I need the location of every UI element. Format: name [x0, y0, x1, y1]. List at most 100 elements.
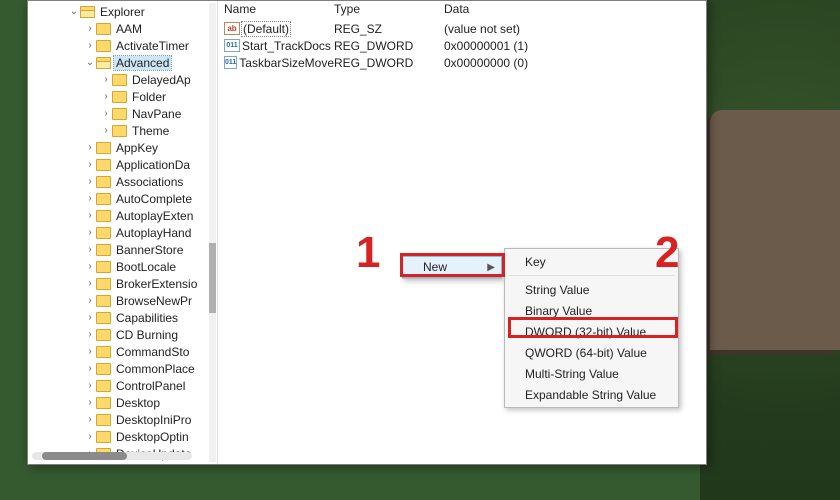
tree-label: Theme [130, 124, 171, 138]
tree-item-explorer[interactable]: ⌄ Explorer [30, 3, 217, 20]
column-header-data[interactable]: Data [444, 2, 700, 16]
chevron-right-icon[interactable]: › [84, 329, 96, 340]
value-type: REG_SZ [334, 22, 444, 36]
tree-label: Capabilities [114, 311, 180, 325]
chevron-right-icon[interactable]: › [100, 108, 112, 119]
chevron-right-icon[interactable]: › [84, 40, 96, 51]
tree-label: Folder [130, 90, 168, 104]
chevron-right-icon[interactable]: › [84, 210, 96, 221]
folder-icon [96, 346, 111, 358]
table-row[interactable]: ab (Default) REG_SZ (value not set) [218, 20, 706, 37]
decorative-background [700, 0, 840, 500]
value-name: Start_TrackDocs [242, 39, 331, 53]
tree-item[interactable]: ›AutoplayHand [30, 224, 217, 241]
tree-item[interactable]: › DelayedAp [30, 71, 217, 88]
menu-item-string-value[interactable]: String Value [505, 279, 678, 300]
tree-label: BrowseNewPr [114, 294, 194, 308]
value-data: 0x00000000 (0) [444, 56, 700, 70]
menu-item-binary-value[interactable]: Binary Value [505, 300, 678, 321]
chevron-right-icon[interactable]: › [100, 125, 112, 136]
chevron-down-icon[interactable]: ⌄ [68, 6, 80, 17]
scrollbar-thumb[interactable] [209, 243, 216, 313]
folder-icon [96, 227, 111, 239]
tree-label: DelayedAp [130, 73, 193, 87]
menu-item-label: Key [525, 255, 546, 269]
tree-item[interactable]: › Capabilities [30, 309, 217, 326]
column-header-name[interactable]: Name [224, 2, 334, 16]
tree-item-advanced[interactable]: ⌄ Advanced [30, 54, 217, 71]
folder-icon [80, 6, 95, 18]
chevron-right-icon[interactable]: › [84, 346, 96, 357]
chevron-right-icon[interactable]: › [84, 295, 96, 306]
chevron-right-icon[interactable]: › [84, 363, 96, 374]
chevron-right-icon[interactable]: › [84, 142, 96, 153]
folder-icon [96, 23, 111, 35]
table-row[interactable]: 011 Start_TrackDocs REG_DWORD 0x00000001… [218, 37, 706, 54]
table-row[interactable]: 011 TaskbarSizeMove REG_DWORD 0x00000000… [218, 54, 706, 71]
value-data: 0x00000001 (1) [444, 39, 700, 53]
tree-item[interactable]: ›CD Burning [30, 326, 217, 343]
tree-item[interactable]: › AAM [30, 20, 217, 37]
tree-label: CommandSto [114, 345, 191, 359]
chevron-down-icon[interactable]: ⌄ [84, 57, 96, 68]
chevron-right-icon[interactable]: › [84, 397, 96, 408]
chevron-right-icon[interactable]: › [84, 312, 96, 323]
chevron-right-icon[interactable]: › [100, 74, 112, 85]
tree-item[interactable]: › NavPane [30, 105, 217, 122]
tree-pane: ⌄ Explorer › AAM › ActivateTimer ⌄ Advan… [28, 1, 218, 464]
chevron-right-icon[interactable]: › [84, 227, 96, 238]
menu-item-key[interactable]: Key [505, 251, 678, 272]
folder-icon [96, 193, 111, 205]
tree-item[interactable]: › Folder [30, 88, 217, 105]
annotation-number-two: 2 [655, 228, 679, 278]
vertical-scrollbar[interactable] [209, 3, 216, 462]
tree-item[interactable]: ›AppKey [30, 139, 217, 156]
horizontal-scrollbar[interactable] [32, 452, 192, 460]
tree-item[interactable]: › DesktopIniPro [30, 411, 217, 428]
tree-item[interactable]: ›DesktopOptin [30, 428, 217, 445]
chevron-right-icon[interactable]: › [84, 159, 96, 170]
tree-item[interactable]: ›Associations [30, 173, 217, 190]
tree-item[interactable]: ›ApplicationDa [30, 156, 217, 173]
column-header-type[interactable]: Type [334, 2, 444, 16]
menu-item-new[interactable]: New ▶ [403, 257, 501, 277]
tree-item[interactable]: › Theme [30, 122, 217, 139]
chevron-right-icon[interactable]: › [84, 414, 96, 425]
reg-dword-icon: 011 [224, 39, 240, 52]
reg-sz-icon: ab [224, 22, 240, 35]
tree-label: Explorer [98, 5, 147, 19]
chevron-right-icon[interactable]: › [84, 176, 96, 187]
tree-inner: ⌄ Explorer › AAM › ActivateTimer ⌄ Advan… [28, 1, 217, 462]
folder-icon [112, 91, 127, 103]
tree-item[interactable]: › ActivateTimer [30, 37, 217, 54]
tree-label: DesktopIniPro [114, 413, 193, 427]
tree-item[interactable]: › BootLocale [30, 258, 217, 275]
menu-item-qword-value[interactable]: QWORD (64-bit) Value [505, 342, 678, 363]
menu-item-expandable-string-value[interactable]: Expandable String Value [505, 384, 678, 405]
tree-item[interactable]: ›BrokerExtensio [30, 275, 217, 292]
scrollbar-thumb[interactable] [42, 452, 127, 460]
chevron-right-icon[interactable]: › [84, 23, 96, 34]
tree-label: ActivateTimer [114, 39, 191, 53]
tree-item[interactable]: ›ControlPanel [30, 377, 217, 394]
tree-item[interactable]: › CommandSto [30, 343, 217, 360]
tree-item[interactable]: › CommonPlace [30, 360, 217, 377]
tree-item[interactable]: ›Desktop [30, 394, 217, 411]
chevron-right-icon[interactable]: › [84, 380, 96, 391]
tree-item[interactable]: ›BannerStore [30, 241, 217, 258]
chevron-right-icon[interactable]: › [84, 261, 96, 272]
chevron-right-icon[interactable]: › [84, 431, 96, 442]
tree-item[interactable]: › BrowseNewPr [30, 292, 217, 309]
menu-item-multistring-value[interactable]: Multi-String Value [505, 363, 678, 384]
menu-item-dword-value[interactable]: DWORD (32-bit) Value [505, 321, 678, 342]
chevron-right-icon[interactable]: › [84, 244, 96, 255]
folder-icon [96, 57, 111, 69]
tree-label: CommonPlace [114, 362, 197, 376]
tree-label: BootLocale [114, 260, 178, 274]
chevron-right-icon[interactable]: › [84, 278, 96, 289]
column-header-row: Name Type Data [218, 1, 706, 20]
tree-item[interactable]: ›AutoComplete [30, 190, 217, 207]
tree-item[interactable]: ›AutoplayExten [30, 207, 217, 224]
chevron-right-icon[interactable]: › [100, 91, 112, 102]
chevron-right-icon[interactable]: › [84, 193, 96, 204]
